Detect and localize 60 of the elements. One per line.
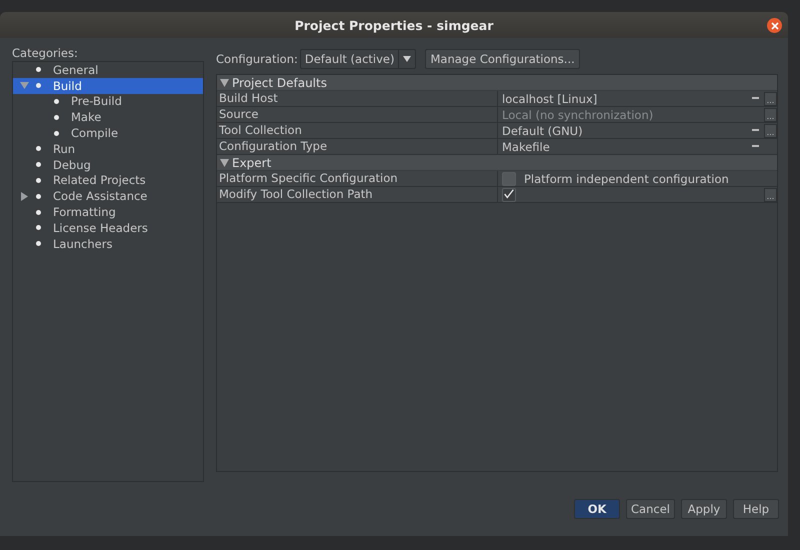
bullet-icon — [36, 210, 41, 215]
section-header[interactable]: Project Defaults — [217, 75, 777, 91]
categories-label: Categories: — [12, 45, 79, 61]
close-icon — [770, 22, 778, 30]
browse-button[interactable]: ... — [764, 188, 777, 202]
checkbox-label: Platform independent configuration — [524, 172, 730, 186]
tree-item[interactable]: Make — [13, 109, 203, 126]
dialog-button[interactable]: Help — [733, 499, 779, 519]
dialog-button[interactable]: OK — [574, 499, 620, 519]
bullet-icon — [36, 162, 41, 168]
checkbox[interactable] — [502, 188, 516, 202]
property-value: Local (no synchronization) — [502, 108, 654, 122]
section-title: Project Defaults — [232, 76, 327, 90]
bullet-icon — [36, 241, 41, 246]
property-name: Source — [217, 107, 498, 122]
collapsed-arrow-icon[interactable] — [20, 192, 29, 201]
tree-item[interactable]: Build — [13, 78, 203, 94]
dialog-button[interactable]: Cancel — [626, 499, 675, 519]
window-title: Project Properties - simgear — [294, 18, 494, 32]
dropdown-icon[interactable] — [752, 145, 759, 148]
bullet-icon — [54, 114, 59, 120]
dropdown-icon[interactable] — [752, 97, 759, 100]
checkbox[interactable] — [502, 172, 516, 186]
tree-item[interactable]: Debug — [13, 156, 203, 173]
dropdown-icon[interactable] — [752, 129, 759, 132]
property-value: localhost [Linux] — [502, 92, 598, 106]
tree-item[interactable]: Pre-Build — [13, 94, 203, 110]
dialog-button[interactable]: Apply — [681, 499, 727, 519]
dropdown-arrow-icon — [403, 56, 412, 62]
tree-item[interactable]: Launchers — [13, 236, 203, 252]
tree-item[interactable]: Run — [13, 140, 203, 157]
tree-item[interactable]: Code Assistance — [13, 188, 203, 204]
property-value: Makefile — [502, 140, 551, 154]
bullet-icon — [54, 130, 59, 136]
bullet-icon — [36, 225, 41, 230]
configuration-dropdown[interactable]: Default (active) — [300, 49, 416, 69]
property-value: Default (GNU) — [502, 124, 584, 138]
tree-item[interactable]: General — [13, 62, 203, 78]
tree-item[interactable]: Related Projects — [13, 172, 203, 188]
bullet-icon — [54, 98, 59, 104]
property-name: Platform Specific Configuration — [217, 171, 498, 186]
tree-item[interactable]: Formatting — [13, 204, 203, 220]
bullet-icon — [36, 178, 41, 183]
property-name: Configuration Type — [217, 139, 498, 154]
manage-configurations-button[interactable]: Manage Configurations... — [425, 49, 580, 69]
property-name: Tool Collection — [217, 123, 498, 138]
browse-button[interactable]: ... — [764, 124, 777, 138]
bullet-icon — [36, 83, 41, 88]
section-title: Expert — [232, 156, 272, 170]
bullet-icon — [36, 67, 41, 72]
browse-button[interactable]: ... — [764, 92, 777, 106]
bullet-icon — [36, 194, 41, 199]
tree-item[interactable]: License Headers — [13, 220, 203, 236]
bullet-icon — [36, 146, 41, 152]
configuration-label: Configuration: — [216, 52, 298, 66]
close-button[interactable] — [767, 18, 782, 33]
section-header[interactable]: Expert — [217, 155, 777, 171]
tree-item[interactable]: Compile — [13, 125, 203, 141]
property-name: Modify Tool Collection Path — [217, 187, 498, 202]
property-name: Build Host — [217, 91, 498, 106]
